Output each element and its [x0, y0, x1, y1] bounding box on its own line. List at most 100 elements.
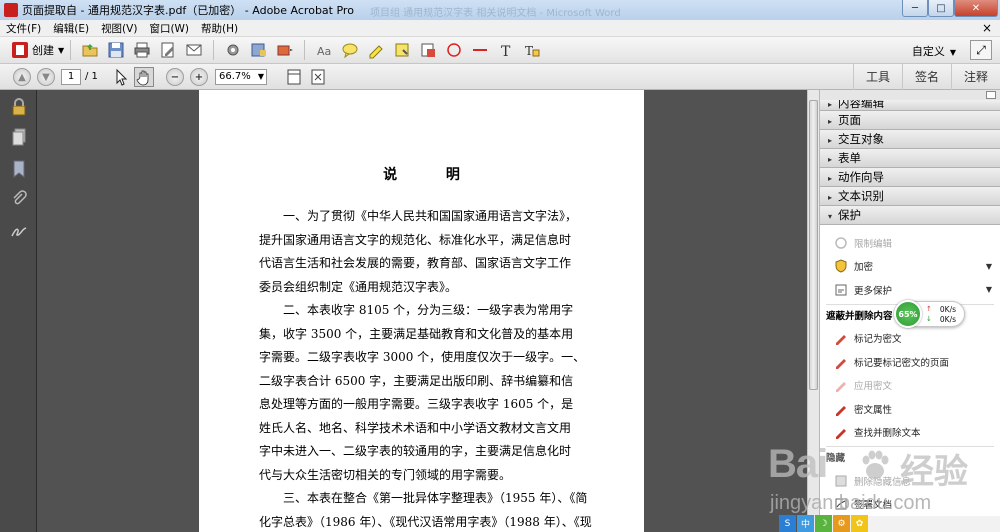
bookmarks-icon[interactable] [11, 160, 27, 179]
chevron-right-icon: ▸ [828, 117, 833, 126]
pane-menu-icon[interactable] [986, 91, 996, 99]
paragraph-1: 一、为了贯彻《中华人民共和国国家通用语言文字法》， 提升国家通用语言文字的规范化… [259, 205, 604, 299]
apply-redaction-icon [834, 378, 848, 393]
select-cursor-icon[interactable] [111, 67, 131, 87]
hand-tool-icon[interactable] [134, 67, 154, 87]
ime-chinese-mode[interactable]: 中 [797, 515, 814, 532]
upload-arrow-icon: ↑ [926, 305, 932, 313]
settings-icon[interactable] [223, 40, 243, 60]
section-forms[interactable]: ▸ 表单 [820, 149, 1000, 168]
signatures-icon[interactable] [11, 222, 27, 240]
previous-page-icon[interactable]: ▲ [13, 68, 31, 86]
text-line: 代语言生活和社会发展的需要，教育部、国家语言文字工作 [259, 256, 572, 270]
scrollbar-thumb[interactable] [809, 100, 818, 390]
toolbar-divider [304, 40, 306, 60]
expand-icon[interactable]: ⤢ [970, 40, 992, 60]
restrict-editing-item[interactable]: 限制编辑 [820, 231, 1000, 255]
baidu-jingyan-watermark: Bai 经验 jingyan.baidu.com [760, 442, 990, 522]
fit-page-icon[interactable] [308, 67, 328, 87]
highlight-icon[interactable] [366, 40, 386, 60]
text-line: 息处理等方面的一般用字需要。三级字表收字 1605 个，是 [259, 397, 574, 411]
ime-settings-icon[interactable]: ⚙ [833, 515, 850, 532]
chevron-down-icon: ▼ [949, 48, 956, 57]
document-viewport[interactable]: 说 明 一、为了贯彻《中华人民共和国国家通用语言文字法》， 提升国家通用语言文字… [37, 90, 807, 532]
pane-header [820, 90, 1000, 100]
redaction-marker-icon [834, 355, 848, 369]
fit-width-icon[interactable] [284, 67, 304, 87]
more-protection-item[interactable]: 更多保护 ▼ [820, 278, 1000, 302]
svg-text:Aa: Aa [317, 45, 331, 58]
save-icon[interactable] [106, 40, 126, 60]
section-content-editing[interactable]: ▸ 内容编辑 [820, 100, 1000, 111]
customize-dropdown[interactable]: 自定义 ▼ [912, 43, 956, 59]
email-icon[interactable] [184, 40, 204, 60]
stamp-icon[interactable] [275, 40, 295, 60]
encrypt-item[interactable]: 加密 ▼ [820, 255, 1000, 279]
menu-window[interactable]: 窗口(W) [143, 21, 195, 36]
mark-for-redaction-item[interactable]: 标记为密文 [820, 327, 1000, 351]
acrobat-app-icon [4, 3, 18, 17]
menu-file[interactable]: 文件(F) [0, 21, 47, 36]
navigation-toolbar: ▲ ▼ 1 / 1 − + 66.7% ▼ 工具 签名 注释 [0, 64, 1000, 90]
create-button[interactable]: 创建 ▼ [12, 42, 64, 58]
chevron-right-icon: ▸ [828, 155, 833, 164]
restrict-editing-icon [834, 236, 848, 250]
menu-help[interactable]: 帮助(H) [195, 21, 244, 36]
watermark-url: jingyan.baidu.com [770, 492, 932, 514]
page-number-input[interactable]: 1 [61, 69, 81, 85]
print-icon[interactable] [132, 40, 152, 60]
paragraph-2: 二、本表收字 8105 个，分为三级：一级字表为常用字 集，收字 3500 个，… [259, 299, 604, 487]
section-text-recognition[interactable]: ▸ 文本识别 [820, 187, 1000, 206]
open-folder-icon[interactable] [80, 40, 100, 60]
maximize-button[interactable]: □ [928, 0, 954, 17]
comment-icon[interactable] [340, 40, 360, 60]
section-protection[interactable]: ▾ 保护 [820, 206, 1000, 225]
redaction-properties-icon [834, 402, 848, 416]
text-edit-icon[interactable]: Aa [314, 40, 334, 60]
section-action-wizard[interactable]: ▸ 动作向导 [820, 168, 1000, 187]
close-document-button[interactable]: × [982, 21, 992, 35]
ime-logo-icon[interactable]: S [779, 515, 796, 532]
tab-tools[interactable]: 工具 [852, 64, 902, 90]
text-line: 字需要。二级字表收字 3000 个，使用度仅次于一级字。一、 [259, 350, 586, 364]
page-thumbnails-icon[interactable] [11, 128, 27, 146]
customize-label: 自定义 [911, 45, 945, 58]
tab-sign[interactable]: 签名 [901, 64, 951, 90]
lock-icon[interactable] [11, 98, 27, 116]
edit-document-icon[interactable] [158, 40, 178, 60]
redaction-properties-item[interactable]: 密文属性 [820, 397, 1000, 421]
zoom-out-icon[interactable]: − [166, 68, 184, 86]
apply-redactions-item[interactable]: 应用密文 [820, 374, 1000, 398]
attachments-icon[interactable] [11, 190, 27, 208]
menu-edit[interactable]: 编辑(E) [47, 21, 95, 36]
chevron-down-icon: ▼ [58, 45, 65, 55]
save-as-icon[interactable] [249, 40, 269, 60]
menu-view[interactable]: 视图(V) [95, 21, 143, 36]
ime-moon-icon[interactable]: ☽ [815, 515, 832, 532]
mark-pages-redaction-item[interactable]: 标记要标记密文的页面 [820, 350, 1000, 374]
line-icon[interactable] [470, 40, 490, 60]
stamp-tool-icon[interactable] [418, 40, 438, 60]
chevron-down-icon: ▼ [985, 285, 992, 295]
search-redact-icon [834, 425, 848, 440]
chevron-right-icon: ▸ [828, 174, 833, 183]
tab-comment[interactable]: 注释 [950, 64, 1000, 90]
circle-icon[interactable] [444, 40, 464, 60]
section-pages[interactable]: ▸ 页面 [820, 111, 1000, 130]
text-box-icon[interactable]: T [522, 40, 542, 60]
attach-note-icon[interactable] [392, 40, 412, 60]
toolbar-divider [70, 40, 72, 60]
minimize-button[interactable]: ─ [902, 0, 928, 17]
zoom-level-select[interactable]: 66.7% ▼ [215, 69, 267, 85]
section-interactive-objects[interactable]: ▸ 交互对象 [820, 130, 1000, 149]
zoom-in-icon[interactable]: + [190, 68, 208, 86]
upload-speed: 0K/s [939, 305, 956, 314]
next-page-icon[interactable]: ▼ [37, 68, 55, 86]
ime-skin-icon[interactable]: ✿ [851, 515, 868, 532]
network-speed-widget[interactable]: 65% ↑ ↓ 0K/s 0K/s [894, 300, 965, 328]
text-tool-icon[interactable]: T [496, 40, 516, 60]
search-remove-text-item[interactable]: 查找并删除文本 [820, 421, 1000, 445]
close-window-button[interactable]: ✕ [954, 0, 998, 17]
ime-toolbar: S 中 ☽ ⚙ ✿ [779, 515, 879, 532]
download-arrow-icon: ↓ [926, 315, 932, 323]
